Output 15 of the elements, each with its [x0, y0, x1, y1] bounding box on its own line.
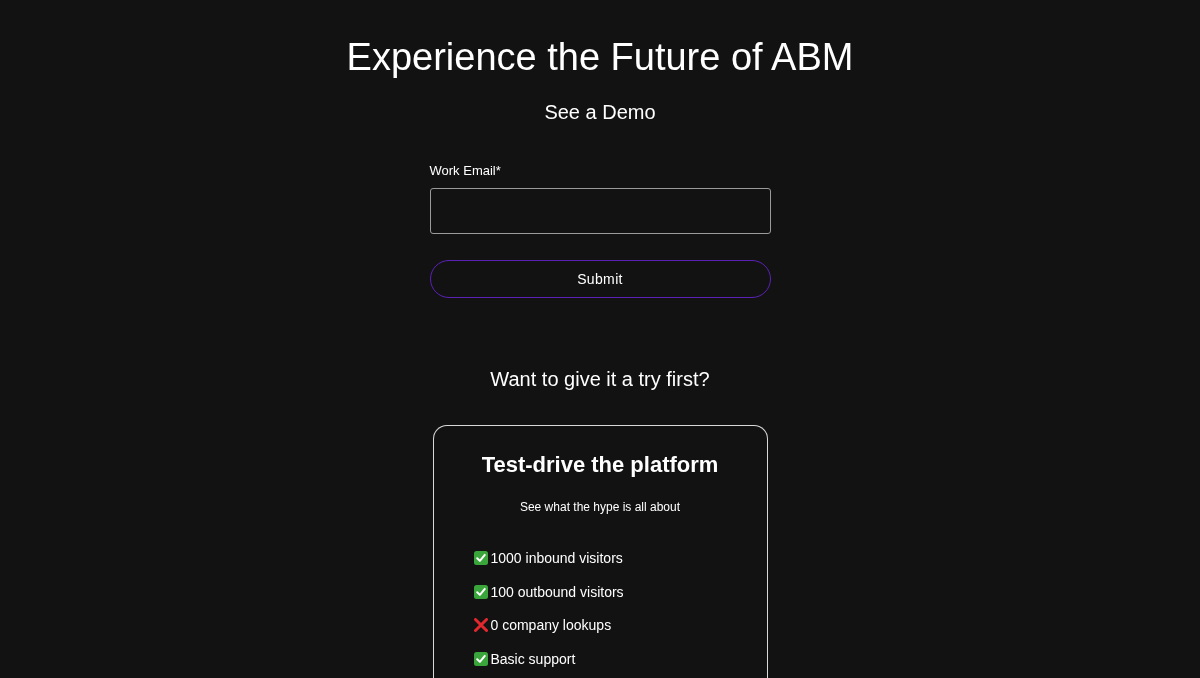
check-icon	[473, 651, 488, 666]
feature-text: Basic support	[490, 649, 576, 669]
field-label: Work Email*	[429, 162, 502, 180]
cross-icon	[473, 618, 488, 632]
page-heading: Experience the Future of ABM	[346, 35, 854, 80]
card-title: Test-drive the platform	[480, 451, 720, 479]
feature-text: 1000 inbound visitors	[490, 549, 623, 568]
email-input[interactable]	[429, 188, 771, 234]
trial-prompt: Want to give it a try first?	[490, 367, 710, 392]
check-icon	[473, 584, 488, 599]
feature-text: 100 outbound visitors	[490, 582, 624, 602]
card-subtitle: See what the hype is all about	[518, 499, 682, 515]
page-subheading: See a Demo	[544, 100, 656, 125]
feature-text: 0 company lookups	[490, 616, 612, 635]
check-icon	[473, 551, 488, 565]
